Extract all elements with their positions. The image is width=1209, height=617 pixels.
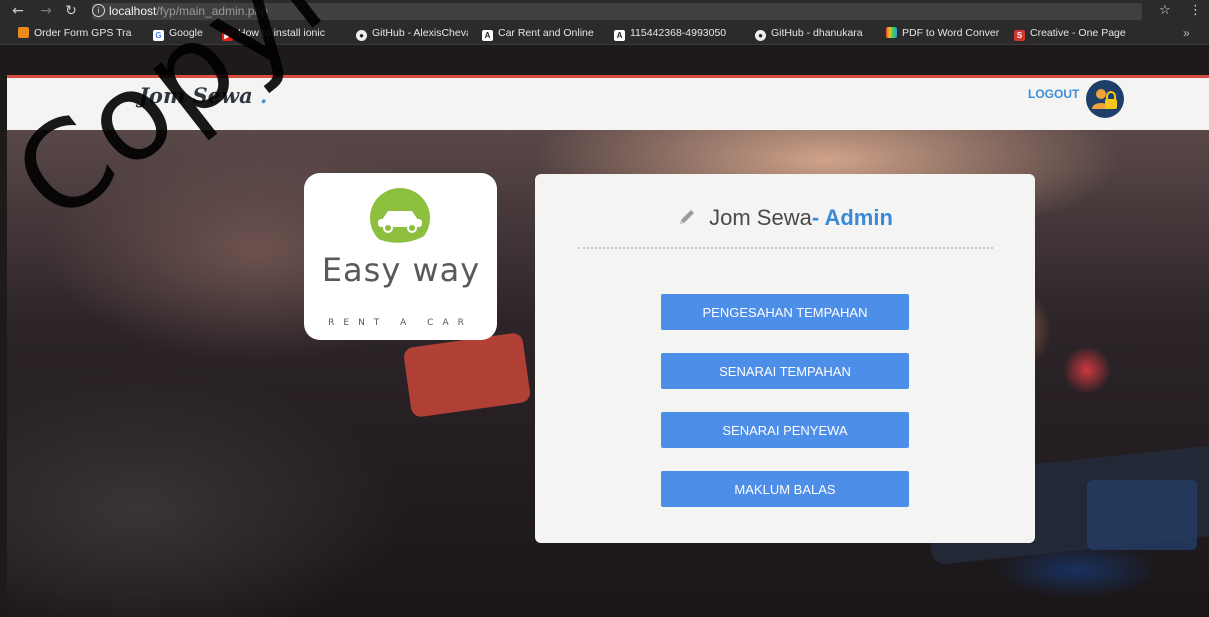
company-logo: Easy way RENT A CAR: [304, 173, 497, 340]
url-host: localhost: [109, 4, 157, 18]
admin-panel: Jom Sewa- Admin PENGESAHAN TEMPAHAN SENA…: [535, 174, 1035, 543]
site-header: Jom Sewa . LOGOUT: [7, 75, 1209, 132]
bookmark-label: 115442368-4993050: [630, 27, 727, 39]
bookmark-item[interactable]: A 115442368-4993050: [614, 27, 749, 41]
bookmark-label: Google: [169, 27, 203, 39]
panel-title-text: Jom Sewa: [709, 205, 812, 230]
site-brand[interactable]: Jom Sewa .: [139, 83, 267, 108]
bookmarks-overflow-button[interactable]: »: [1183, 26, 1190, 40]
address-bar[interactable]: i localhost/fyp/main_admin.php: [92, 3, 1142, 20]
pengesahan-tempahan-button[interactable]: PENGESAHAN TEMPAHAN: [661, 294, 909, 330]
forward-arrow-icon[interactable]: →: [38, 3, 54, 19]
logo-wordmark: Easy way: [321, 251, 481, 289]
reload-icon[interactable]: ↻: [63, 3, 79, 19]
url-path: /fyp/main_admin.php: [156, 4, 268, 18]
bookmark-item[interactable]: ● GitHub - dhanukara: [755, 27, 867, 41]
dotted-divider: [578, 247, 993, 249]
document-a-icon: A: [614, 30, 625, 41]
jacket-cuff-shape: [402, 331, 532, 419]
browser-toolbar: ← → ↻ i localhost/fyp/main_admin.php ☆ ⋮ …: [0, 0, 1209, 45]
maklum-balas-button[interactable]: MAKLUM BALAS: [661, 471, 909, 507]
bookmarks-bar: Order Form GPS Tra G Google ▶ How to insta…: [0, 22, 1209, 44]
senarai-penyewa-button[interactable]: SENARAI PENYEWA: [661, 412, 909, 448]
bookmark-label: PDF to Word Conver: [902, 27, 1000, 39]
bookmark-item[interactable]: S Creative - One Page: [1014, 27, 1134, 41]
github-icon: ●: [356, 30, 367, 41]
orange-app-icon: [18, 27, 29, 38]
dashboard-screen-shape: [1087, 480, 1197, 550]
s-icon: S: [1014, 30, 1025, 41]
bookmark-item[interactable]: PDF to Word Conver: [886, 27, 1006, 39]
bookmark-item[interactable]: ● GitHub - AlexisCheva: [356, 27, 468, 41]
bookmark-label: GitHub - dhanukara: [771, 27, 863, 39]
senarai-tempahan-button[interactable]: SENARAI TEMPAHAN: [661, 353, 909, 389]
car-hand-logo-icon: [370, 188, 430, 249]
bookmark-label: How to install ionic: [238, 27, 325, 39]
bookmark-star-icon[interactable]: ☆: [1159, 3, 1171, 18]
bookmark-item[interactable]: G Google: [153, 27, 223, 41]
bookmark-item[interactable]: Order Form GPS Tra: [18, 27, 138, 39]
back-arrow-icon[interactable]: ←: [10, 3, 26, 19]
bookmark-item[interactable]: ▶ How to install ionic: [222, 27, 350, 41]
bookmark-label: Creative - One Page: [1030, 27, 1126, 39]
pdf-converter-icon: [886, 27, 897, 38]
bookmark-item[interactable]: A Car Rent and Online: [482, 27, 597, 41]
github-icon: ●: [755, 30, 766, 41]
brand-dot: .: [260, 83, 268, 108]
menu-kebab-icon[interactable]: ⋮: [1189, 3, 1202, 18]
logo-tagline: RENT A CAR: [328, 318, 473, 328]
bookmark-label: Car Rent and Online: [498, 27, 594, 39]
panel-title-admin: - Admin: [811, 205, 893, 230]
youtube-icon: ▶: [222, 30, 233, 41]
pencil-icon: [677, 207, 697, 233]
bookmark-label: Order Form GPS Tra: [34, 27, 132, 39]
bookmark-label: GitHub - AlexisCheva: [372, 27, 468, 39]
logout-link[interactable]: LOGOUT: [1028, 87, 1079, 101]
info-icon[interactable]: i: [92, 4, 105, 18]
user-lock-icon[interactable]: [1086, 80, 1124, 118]
brand-text: Jom Sewa: [139, 83, 253, 108]
google-icon: G: [153, 30, 164, 41]
document-a-icon: A: [482, 30, 493, 41]
panel-title: Jom Sewa- Admin: [535, 205, 1035, 233]
